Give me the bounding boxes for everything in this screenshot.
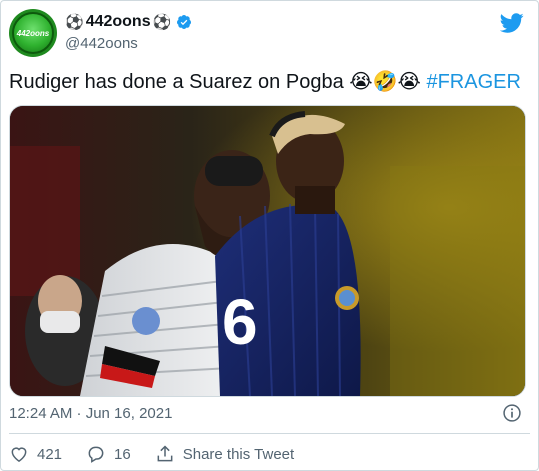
crying-face-icon: 😭 <box>349 71 373 93</box>
hashtag-link[interactable]: #FRAGER <box>426 71 520 93</box>
avatar-logo: 442oons <box>12 12 54 54</box>
soccer-ball-icon: ⚽ <box>152 13 172 31</box>
share-button[interactable]: Share this Tweet <box>155 444 294 464</box>
handle[interactable]: @442oons <box>65 35 138 52</box>
avatar-text: 442oons <box>16 28 50 38</box>
display-name[interactable]: ⚽ 442oons ⚽ <box>65 13 192 31</box>
divider <box>9 433 530 434</box>
action-bar: 421 16 Share this Tweet <box>9 444 318 464</box>
tweet-image[interactable]: 6 <box>9 105 526 397</box>
share-label: Share this Tweet <box>182 445 295 463</box>
avatar[interactable]: 442oons <box>9 9 57 57</box>
jersey-number: 6 <box>222 286 258 358</box>
tweet-body: Rudiger has done a Suarez on Pogba <box>9 71 350 93</box>
timestamp[interactable]: 12:24 AM · Jun 16, 2021 <box>9 405 172 422</box>
match-photo: 6 <box>10 106 525 396</box>
tweet-card: 442oons ⚽ 442oons ⚽ @442oons Rudiger has… <box>0 0 539 471</box>
like-button[interactable]: 421 <box>9 444 62 464</box>
reply-count: 16 <box>114 445 131 463</box>
display-name-text: 442oons <box>85 13 151 30</box>
info-icon[interactable] <box>502 403 522 423</box>
reply-button[interactable]: 16 <box>86 444 131 464</box>
share-icon <box>157 445 173 462</box>
tweet-text: Rudiger has done a Suarez on Pogba 😭🤣😭 #… <box>9 69 521 95</box>
twitter-bird-icon[interactable] <box>500 11 524 35</box>
like-count: 421 <box>37 445 63 463</box>
rolling-laughing-icon: 🤣 <box>372 71 398 93</box>
soccer-ball-icon: ⚽ <box>65 13 84 31</box>
verified-badge-icon <box>177 15 192 29</box>
heart-icon <box>11 447 27 462</box>
crying-face-icon: 😭 <box>397 71 421 93</box>
reply-icon <box>88 446 104 463</box>
